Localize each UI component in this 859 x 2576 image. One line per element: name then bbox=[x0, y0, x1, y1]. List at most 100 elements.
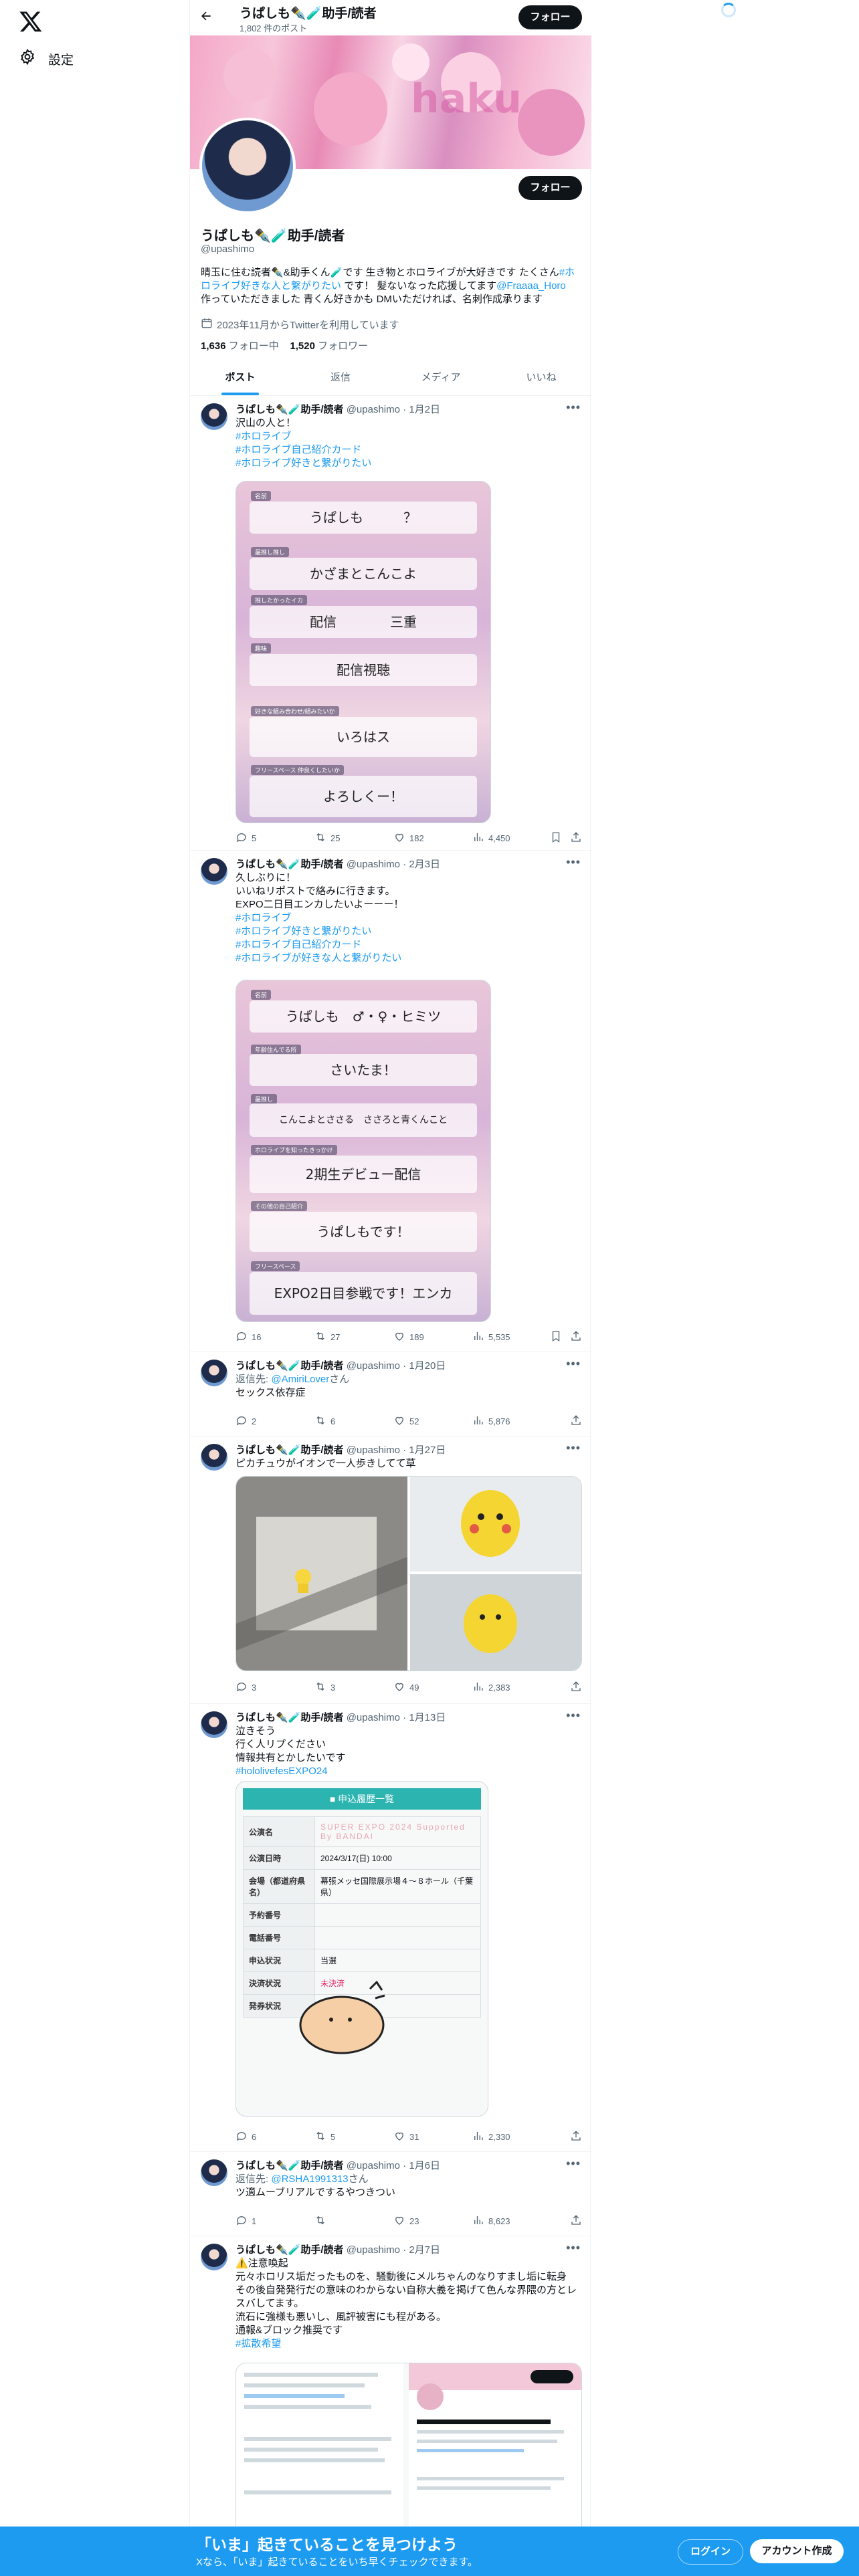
hashtag-link[interactable]: #ホロライブ bbox=[235, 912, 291, 924]
like-button[interactable]: 189 bbox=[393, 1330, 424, 1344]
tweet[interactable]: うぱしも✒️🧪助手/読者 @upashimo · 1月27日 ••• ピカチュウ… bbox=[190, 1436, 591, 1704]
more-options-icon[interactable]: ••• bbox=[566, 2157, 581, 2171]
tweet-media-card-image[interactable]: 名前 うぱしも ？ 最推し推し かざまとこんこよ 推したかったイカ 配信 三重 … bbox=[235, 481, 491, 823]
share-button[interactable] bbox=[570, 1681, 582, 1695]
views-button[interactable]: 4,450 bbox=[472, 831, 510, 845]
tweet-author-name[interactable]: うぱしも✒️🧪助手/読者 bbox=[235, 404, 344, 415]
like-button[interactable]: 52 bbox=[393, 1414, 419, 1428]
tweet-date[interactable]: · 1月13日 bbox=[403, 1712, 446, 1723]
profile-follow-button[interactable]: フォロー bbox=[518, 176, 582, 200]
hashtag-link[interactable]: #ホロライブ bbox=[235, 431, 291, 442]
reply-button[interactable]: 1 bbox=[235, 2214, 256, 2228]
reply-button[interactable]: 6 bbox=[235, 2130, 256, 2144]
tweet-author-name[interactable]: うぱしも✒️🧪助手/読者 bbox=[235, 2244, 344, 2256]
views-button[interactable]: 2,383 bbox=[472, 1681, 510, 1695]
views-button[interactable]: 8,623 bbox=[472, 2214, 510, 2228]
share-button[interactable] bbox=[570, 1330, 582, 1344]
tweet[interactable]: うぱしも✒️🧪助手/読者 @upashimo · 2月3日 ••• 久しぶりに！… bbox=[190, 850, 591, 1352]
views-button[interactable]: 5,876 bbox=[472, 1414, 510, 1428]
tweet-author-name[interactable]: うぱしも✒️🧪助手/読者 bbox=[235, 1712, 344, 1723]
hashtag-link[interactable]: #ホロライブ好きと繋がりたい bbox=[235, 926, 371, 937]
reply-button[interactable]: 5 bbox=[235, 831, 256, 845]
hashtag-link[interactable]: #hololivefesEXPO24 bbox=[235, 1765, 328, 1777]
tweet-author-name[interactable]: うぱしも✒️🧪助手/読者 bbox=[235, 1360, 344, 1372]
tweet[interactable]: うぱしも✒️🧪助手/読者 @upashimo · 1月20日 ••• 返信先: … bbox=[190, 1352, 591, 1436]
x-logo-icon[interactable] bbox=[19, 9, 43, 33]
tweet-avatar[interactable] bbox=[201, 2159, 227, 2186]
tweet-author-handle[interactable]: @upashimo bbox=[347, 2160, 400, 2171]
tweet[interactable]: うぱしも✒️🧪助手/読者 @upashimo · 1月6日 ••• 返信先: @… bbox=[190, 2151, 591, 2236]
repost-button[interactable]: 5 bbox=[314, 2130, 335, 2144]
tweet-avatar[interactable] bbox=[201, 1711, 227, 1738]
share-button[interactable] bbox=[570, 1414, 582, 1428]
like-button[interactable]: 23 bbox=[393, 2214, 419, 2228]
more-options-icon[interactable]: ••• bbox=[566, 2241, 581, 2255]
tab-likes[interactable]: いいね bbox=[491, 360, 591, 395]
nav-settings[interactable]: 設定 bbox=[19, 48, 74, 70]
repost-button[interactable]: 25 bbox=[314, 831, 340, 845]
repost-button[interactable]: 6 bbox=[314, 1414, 335, 1428]
tweet[interactable]: うぱしも✒️🧪助手/読者 @upashimo · 1月13日 ••• 泣きそう … bbox=[190, 1703, 591, 2152]
reply-button[interactable]: 16 bbox=[235, 1330, 261, 1344]
tweet-avatar[interactable] bbox=[201, 858, 227, 885]
tweet-author-handle[interactable]: @upashimo bbox=[347, 404, 400, 415]
more-options-icon[interactable]: ••• bbox=[566, 1441, 581, 1455]
hashtag-link[interactable]: #ホロライブ自己紹介カード bbox=[235, 444, 361, 455]
tweet-media-card-image[interactable]: 名前 うぱしも ♂・♀・ヒミツ 年齢住んでる所 さいたま！ 最推し こんこよとさ… bbox=[235, 980, 491, 1322]
tweet-author-handle[interactable]: @upashimo bbox=[347, 1444, 400, 1456]
tweet[interactable]: うぱしも✒️🧪助手/読者 @upashimo · 2月7日 ••• ⚠️注意喚起… bbox=[190, 2236, 591, 2576]
tweet-author-name[interactable]: うぱしも✒️🧪助手/読者 bbox=[235, 2160, 344, 2171]
back-arrow-icon[interactable] bbox=[199, 9, 215, 25]
tweet-date[interactable]: · 1月20日 bbox=[403, 1360, 446, 1372]
signup-button[interactable]: アカウント作成 bbox=[750, 2539, 844, 2563]
repost-button[interactable] bbox=[314, 2214, 330, 2228]
like-button[interactable]: 182 bbox=[393, 831, 424, 845]
following-link[interactable]: 1,636 フォロー中 bbox=[201, 340, 279, 352]
tweet-date[interactable]: · 1月6日 bbox=[403, 2160, 440, 2171]
tweet-date[interactable]: · 1月27日 bbox=[403, 1444, 446, 1456]
tweet-author-handle[interactable]: @upashimo bbox=[347, 1360, 400, 1372]
tweet-author-handle[interactable]: @upashimo bbox=[347, 2244, 400, 2256]
like-button[interactable]: 49 bbox=[393, 1681, 419, 1695]
share-button[interactable] bbox=[570, 2130, 582, 2144]
tweet-date[interactable]: · 2月3日 bbox=[403, 859, 440, 870]
more-options-icon[interactable]: ••• bbox=[566, 1357, 581, 1371]
tweet-date[interactable]: · 1月2日 bbox=[403, 404, 440, 415]
tweet-avatar[interactable] bbox=[201, 1444, 227, 1471]
bookmark-button[interactable] bbox=[550, 831, 562, 845]
reply-button[interactable]: 3 bbox=[235, 1681, 256, 1695]
tweet[interactable]: うぱしも✒️🧪助手/読者 @upashimo · 1月2日 ••• 沢山の人と！… bbox=[190, 395, 591, 851]
login-button[interactable]: ログイン bbox=[678, 2539, 743, 2565]
hashtag-link[interactable]: #ホロライブが好きな人と繋がりたい bbox=[235, 952, 401, 964]
hashtag-link[interactable]: #拡散希望 bbox=[235, 2338, 281, 2349]
like-button[interactable]: 31 bbox=[393, 2130, 419, 2144]
followers-link[interactable]: 1,520 フォロワー bbox=[290, 340, 368, 352]
tweet-author-handle[interactable]: @upashimo bbox=[347, 1712, 400, 1723]
header-follow-button[interactable]: フォロー bbox=[518, 5, 582, 29]
more-options-icon[interactable]: ••• bbox=[566, 1709, 581, 1723]
tweet-avatar[interactable] bbox=[201, 2244, 227, 2270]
tweet-author-handle[interactable]: @upashimo bbox=[347, 859, 400, 870]
tab-media[interactable]: メディア bbox=[391, 360, 491, 395]
share-button[interactable] bbox=[570, 831, 582, 845]
bookmark-button[interactable] bbox=[550, 1330, 562, 1344]
tweet-media-screenshot[interactable] bbox=[235, 2363, 582, 2538]
views-button[interactable]: 2,330 bbox=[472, 2130, 510, 2144]
reply-to-link[interactable]: @AmiriLover bbox=[271, 1374, 329, 1385]
repost-button[interactable]: 3 bbox=[314, 1681, 335, 1695]
hashtag-link[interactable]: #ホロライブ自己紹介カード bbox=[235, 939, 361, 950]
reply-to-link[interactable]: @RSHA1991313 bbox=[271, 2173, 348, 2185]
reply-button[interactable]: 2 bbox=[235, 1414, 256, 1428]
tweet-media-apply-history-image[interactable]: ■ 申込履歴一覧 公演名 SUPER EXPO 2024 Supported By… bbox=[235, 1781, 488, 2117]
repost-button[interactable]: 27 bbox=[314, 1330, 340, 1344]
hashtag-link[interactable]: #ホロライブ好きと繋がりたい bbox=[235, 457, 371, 469]
views-button[interactable]: 5,535 bbox=[472, 1330, 510, 1344]
tab-replies[interactable]: 返信 bbox=[290, 360, 391, 395]
tweet-avatar[interactable] bbox=[201, 403, 227, 430]
more-options-icon[interactable]: ••• bbox=[566, 855, 581, 869]
profile-avatar[interactable] bbox=[199, 118, 296, 214]
more-options-icon[interactable]: ••• bbox=[566, 401, 581, 415]
share-button[interactable] bbox=[570, 2214, 582, 2228]
tweet-date[interactable]: · 2月7日 bbox=[403, 2244, 440, 2256]
bio-mention-link[interactable]: @Fraaaa_Horo bbox=[496, 280, 566, 292]
